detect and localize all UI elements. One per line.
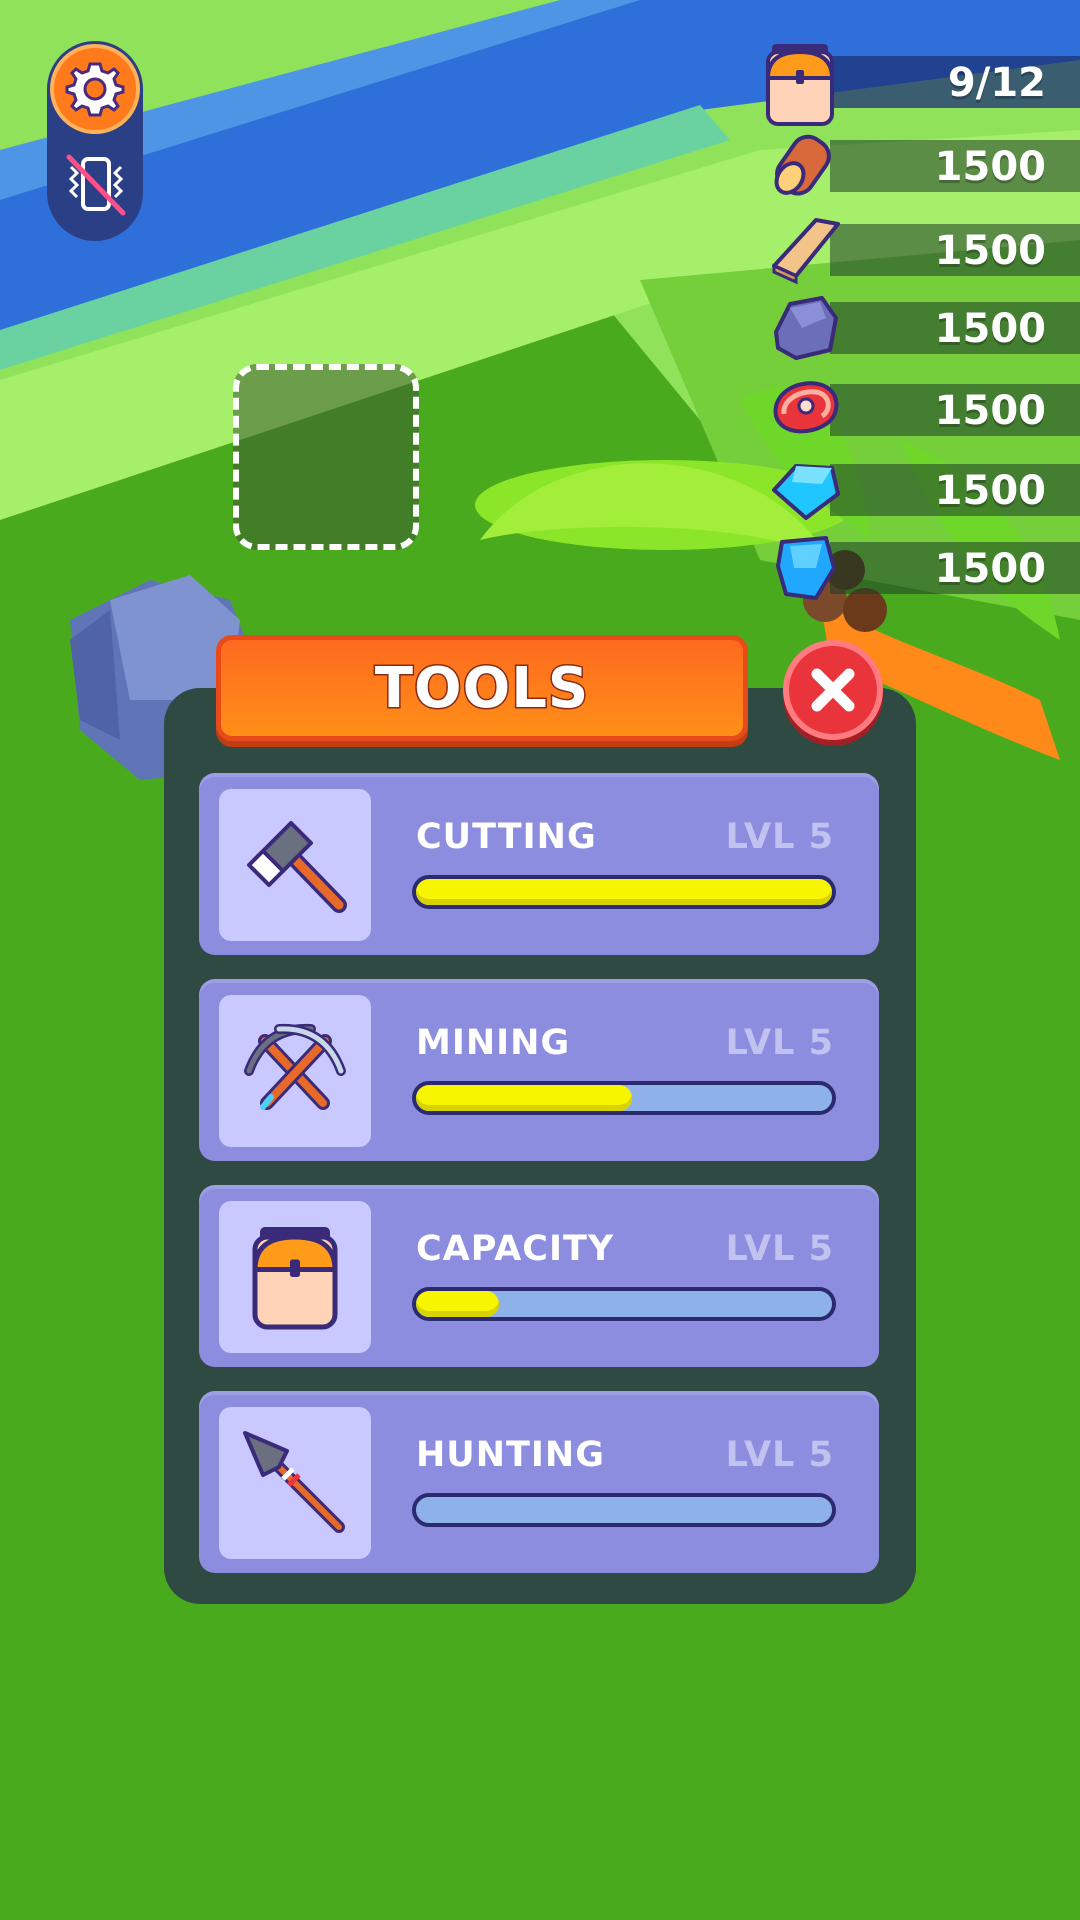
hud-capacity: 9/12	[760, 44, 1080, 126]
meat-icon	[766, 370, 846, 450]
tool-progress-bar	[412, 1493, 836, 1527]
close-icon	[811, 668, 855, 712]
tool-icon-frame	[219, 1407, 371, 1559]
tool-icon-frame	[219, 789, 371, 941]
hud-resource-gem: 1500	[776, 536, 1080, 600]
resource-value: 1500	[934, 306, 1046, 352]
tool-icon-frame	[219, 1201, 371, 1353]
crystal-icon	[766, 450, 846, 530]
tool-name: CUTTING	[416, 817, 597, 857]
capacity-value: 9/12	[947, 60, 1046, 106]
tool-name: MINING	[416, 1023, 571, 1063]
vibration-off-icon	[66, 154, 126, 216]
dialog-title-banner: TOOLS	[216, 635, 748, 741]
resource-value: 1500	[934, 388, 1046, 434]
tool-card-hunting[interactable]: HUNTING LVL 5	[199, 1391, 879, 1573]
hud-resource-stone: 1500	[774, 296, 1080, 360]
tool-progress-bar	[412, 875, 836, 909]
wood-log-icon	[766, 126, 846, 206]
gear-icon	[65, 62, 125, 117]
vibration-toggle-button[interactable]	[56, 146, 136, 226]
plank-icon	[766, 210, 846, 290]
tool-level: LVL 5	[725, 1435, 834, 1475]
backpack-icon	[760, 38, 840, 126]
settings-button[interactable]	[50, 44, 140, 134]
gem-icon	[766, 528, 846, 608]
hud-resource-crystal: 1500	[772, 464, 1080, 520]
dialog-title: TOOLS	[373, 654, 590, 722]
tool-level: LVL 5	[725, 1023, 834, 1063]
tool-progress-bar	[412, 1081, 836, 1115]
tool-progress-fill	[416, 879, 832, 905]
resource-value: 1500	[934, 228, 1046, 274]
backpack-icon	[252, 1227, 338, 1330]
tool-card-mining[interactable]: MINING LVL 5	[199, 979, 879, 1161]
tool-progress-bar	[412, 1287, 836, 1321]
stone-icon	[766, 288, 846, 368]
pickaxe-icon	[244, 1023, 346, 1110]
spear-icon	[243, 1431, 345, 1533]
close-button[interactable]	[783, 640, 883, 740]
resource-value: 1500	[934, 468, 1046, 514]
tool-level: LVL 5	[725, 1229, 834, 1269]
tool-progress-fill	[416, 1291, 500, 1317]
tool-level: LVL 5	[725, 817, 834, 857]
hud-resource-meat: 1500	[773, 381, 1080, 436]
tool-progress-fill	[416, 1085, 633, 1111]
build-slot-placeholder[interactable]	[233, 364, 419, 550]
resource-value: 1500	[934, 144, 1046, 190]
resource-value: 1500	[934, 546, 1046, 592]
hud-resource-wood: 1500	[774, 134, 1080, 196]
tool-card-capacity[interactable]: CAPACITY LVL 5	[199, 1185, 879, 1367]
tool-icon-frame	[219, 995, 371, 1147]
tool-name: CAPACITY	[416, 1229, 615, 1269]
tool-card-cutting[interactable]: CUTTING LVL 5	[199, 773, 879, 955]
tool-name: HUNTING	[416, 1435, 605, 1475]
hud-resource-plank: 1500	[772, 218, 1080, 285]
axe-icon	[247, 821, 347, 913]
